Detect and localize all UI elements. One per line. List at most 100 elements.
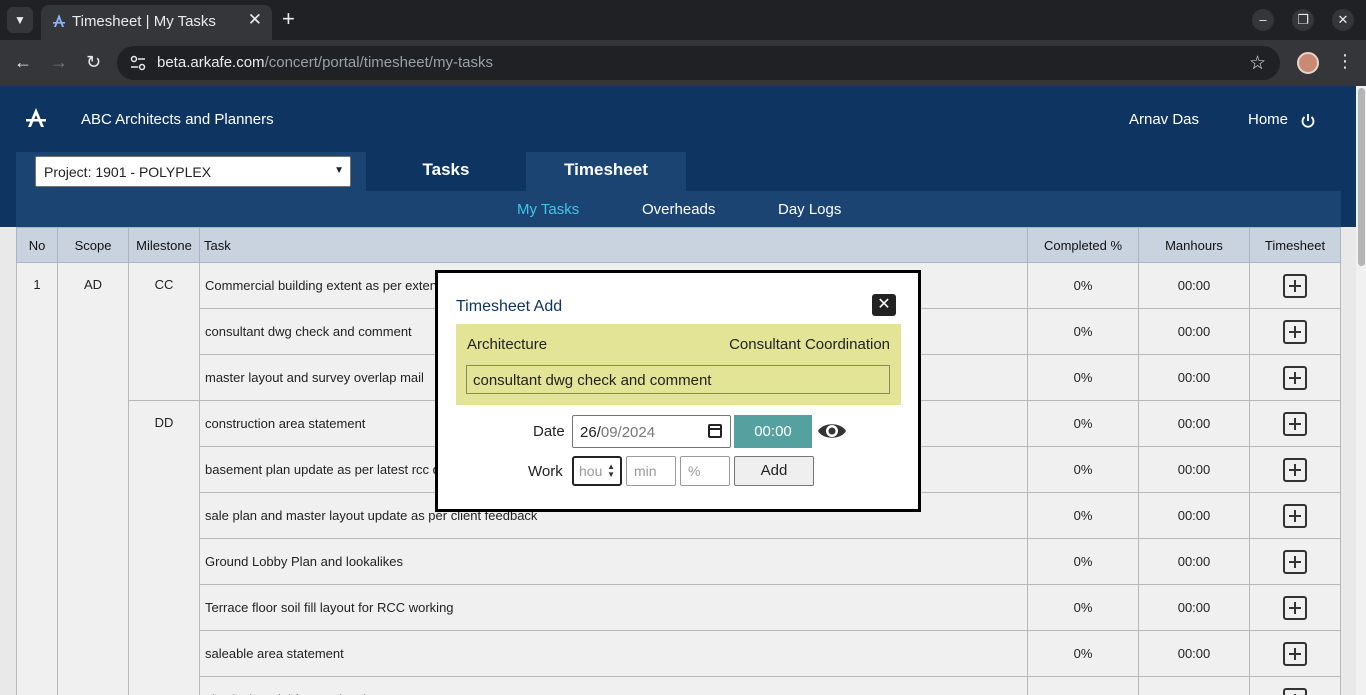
manhours-cell: 00:00 xyxy=(1138,676,1250,695)
close-icon[interactable]: ✕ xyxy=(872,294,896,316)
hours-input[interactable]: hou ▲ ▼ xyxy=(572,456,622,486)
project-select-value: Project: 1901 - POLYPLEX xyxy=(44,164,212,180)
address-bar[interactable]: beta.arkafe.com/concert/portal/timesheet… xyxy=(117,46,1280,80)
add-button[interactable]: Add xyxy=(734,456,814,486)
user-name[interactable]: Arnav Das xyxy=(1129,111,1199,128)
browser-tab[interactable]: Timesheet | My Tasks ✕ xyxy=(41,5,272,40)
add-timesheet-icon[interactable] xyxy=(1283,319,1307,344)
date-day: 26 xyxy=(580,424,597,441)
milestone-label: Consultant Coordination xyxy=(729,336,890,353)
add-timesheet-icon[interactable] xyxy=(1283,411,1307,436)
timesheet-cell xyxy=(1249,584,1341,631)
dialog-title: Timesheet Add xyxy=(456,298,563,315)
add-timesheet-icon[interactable] xyxy=(1283,503,1307,528)
subnav-my-tasks[interactable]: My Tasks xyxy=(517,201,579,218)
manhours-cell: 00:00 xyxy=(1138,446,1250,493)
manhours-cell: 00:00 xyxy=(1138,492,1250,539)
power-icon[interactable] xyxy=(1300,113,1316,129)
browser-toolbar: ← → ↻ beta.arkafe.com/concert/portal/tim… xyxy=(0,40,1366,86)
add-timesheet-icon[interactable] xyxy=(1283,273,1307,298)
home-link[interactable]: Home xyxy=(1248,111,1288,128)
tab-timesheet[interactable]: Timesheet xyxy=(526,152,686,191)
timesheet-cell xyxy=(1249,676,1341,695)
col-timesheet: Timesheet xyxy=(1249,227,1341,263)
timesheet-cell xyxy=(1249,308,1341,355)
eye-icon[interactable] xyxy=(817,419,847,443)
site-info-icon[interactable] xyxy=(129,54,147,72)
back-icon[interactable]: ← xyxy=(14,52,32,73)
col-manhours: Manhours xyxy=(1138,227,1250,263)
completed-cell: 0% xyxy=(1027,308,1139,355)
url-text: beta.arkafe.com/concert/portal/timesheet… xyxy=(157,54,493,71)
col-no: No xyxy=(16,227,58,263)
add-timesheet-icon[interactable] xyxy=(1283,687,1307,695)
chevron-down-icon: ▼ xyxy=(334,165,344,176)
row-milestone: DD xyxy=(128,400,200,695)
work-label: Work xyxy=(528,463,563,480)
timesheet-cell xyxy=(1249,630,1341,677)
completed-cell: 0% xyxy=(1027,538,1139,585)
scope-label: Architecture xyxy=(467,336,548,353)
tab-tasks[interactable]: Tasks xyxy=(366,152,526,191)
scrollbar-thumb[interactable] xyxy=(1358,88,1365,266)
completed-cell: 0% xyxy=(1027,400,1139,447)
arkafe-logo-icon xyxy=(26,108,46,127)
task-cell: physical model format drawing xyxy=(199,676,1028,695)
percent-input[interactable]: % xyxy=(680,456,730,486)
table-row: saleable area statement 0% 00:00 xyxy=(17,630,1341,677)
completed-cell: 0% xyxy=(1027,354,1139,401)
subnav-day-logs[interactable]: Day Logs xyxy=(778,201,841,218)
completed-cell: 0% xyxy=(1027,630,1139,677)
col-task: Task xyxy=(199,227,1028,263)
manhours-cell: 00:00 xyxy=(1138,262,1250,309)
time-display: 00:00 xyxy=(734,415,812,448)
reload-icon[interactable]: ↻ xyxy=(86,52,101,73)
add-timesheet-icon[interactable] xyxy=(1283,365,1307,390)
table-row: Ground Lobby Plan and lookalikes 0% 00:0… xyxy=(17,538,1341,585)
date-label: Date xyxy=(533,423,565,440)
col-scope: Scope xyxy=(57,227,129,263)
minimize-icon[interactable]: – xyxy=(1252,9,1274,31)
row-milestone: CC xyxy=(128,262,200,401)
project-select[interactable]: Project: 1901 - POLYPLEX ▼ xyxy=(35,156,351,187)
task-cell: Terrace floor soil fill layout for RCC w… xyxy=(199,584,1028,631)
timesheet-cell xyxy=(1249,446,1341,493)
tab-title: Timesheet | My Tasks xyxy=(72,13,216,30)
restore-icon[interactable]: ❐ xyxy=(1292,9,1314,31)
bookmark-star-icon[interactable]: ☆ xyxy=(1249,52,1266,75)
minutes-input[interactable]: min xyxy=(626,456,676,486)
tab-close-icon[interactable]: ✕ xyxy=(248,10,262,30)
manhours-cell: 00:00 xyxy=(1138,538,1250,585)
add-timesheet-icon[interactable] xyxy=(1283,595,1307,620)
row-no: 1 xyxy=(16,262,58,695)
add-timesheet-icon[interactable] xyxy=(1283,457,1307,482)
forward-icon[interactable]: → xyxy=(50,52,68,73)
browser-tab-bar: ▼ Timesheet | My Tasks ✕ + – ❐ ✕ xyxy=(0,0,1366,40)
add-timesheet-icon[interactable] xyxy=(1283,641,1307,666)
subnav-overheads[interactable]: Overheads xyxy=(642,201,715,218)
tab-search-button[interactable]: ▼ xyxy=(7,7,33,33)
timesheet-cell xyxy=(1249,538,1341,585)
manhours-cell: 00:00 xyxy=(1138,400,1250,447)
completed-cell: 0% xyxy=(1027,262,1139,309)
table-row: physical model format drawing 0% 00:00 xyxy=(17,676,1341,695)
timesheet-add-dialog: Timesheet Add ✕ Architecture Consultant … xyxy=(435,270,921,512)
col-completed: Completed % xyxy=(1027,227,1139,263)
task-info-panel: Architecture Consultant Coordination con… xyxy=(456,324,901,405)
timesheet-cell xyxy=(1249,492,1341,539)
new-tab-icon[interactable]: + xyxy=(282,6,295,32)
spinner-icon[interactable]: ▲ ▼ xyxy=(607,463,615,479)
profile-avatar[interactable] xyxy=(1297,52,1319,74)
close-window-icon[interactable]: ✕ xyxy=(1332,9,1354,31)
add-timesheet-icon[interactable] xyxy=(1283,549,1307,574)
completed-cell: 0% xyxy=(1027,676,1139,695)
company-name: ABC Architects and Planners xyxy=(81,111,274,128)
browser-menu-icon[interactable]: ⋮ xyxy=(1336,51,1354,72)
date-input[interactable]: 26/09/2024 xyxy=(572,415,731,448)
manhours-cell: 00:00 xyxy=(1138,354,1250,401)
calendar-icon[interactable] xyxy=(708,424,722,438)
manhours-cell: 00:00 xyxy=(1138,630,1250,677)
hours-placeholder: hou xyxy=(579,463,603,479)
manhours-cell: 00:00 xyxy=(1138,584,1250,631)
task-cell: Ground Lobby Plan and lookalikes xyxy=(199,538,1028,585)
